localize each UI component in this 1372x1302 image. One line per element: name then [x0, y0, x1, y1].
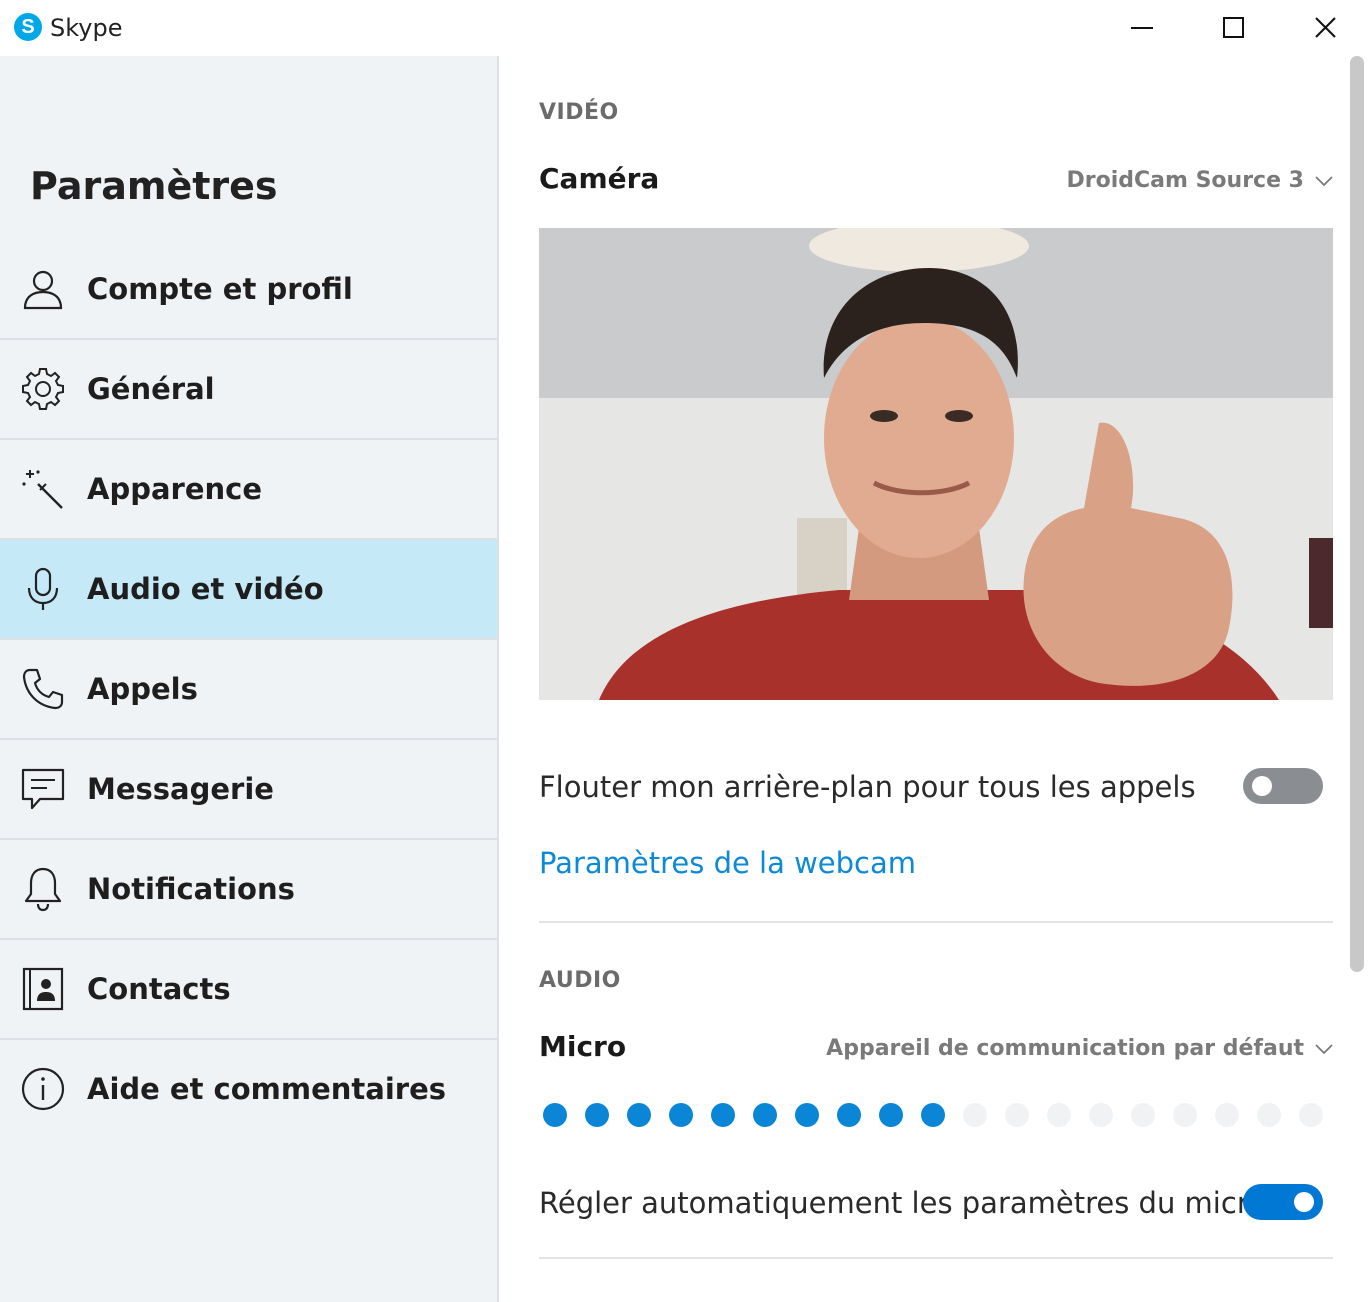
sidebar-item-label: Général [87, 372, 215, 406]
mic-level-dot [921, 1103, 945, 1127]
mic-level-dot [1299, 1103, 1323, 1127]
sidebar-item-label: Compte et profil [87, 272, 353, 306]
message-icon [20, 766, 66, 812]
sidebar-item-calls[interactable]: Appels [0, 640, 497, 740]
blur-background-label: Flouter mon arrière-plan pour tous les a… [539, 770, 1196, 804]
sidebar-item-account[interactable]: Compte et profil [0, 240, 497, 340]
settings-content: VIDÉO Caméra DroidCam Source 3 Flouter m… [499, 56, 1372, 1302]
camera-label: Caméra [539, 162, 660, 195]
gear-icon [20, 366, 66, 412]
sidebar-item-label: Contacts [87, 972, 231, 1006]
sidebar-item-general[interactable]: Général [0, 340, 497, 440]
mic-level-dot [1005, 1103, 1029, 1127]
magic-wand-icon [20, 466, 66, 512]
bell-icon [20, 866, 66, 912]
mic-level-dot [711, 1103, 735, 1127]
close-icon [1315, 17, 1336, 38]
camera-selected-value: DroidCam Source 3 [1066, 168, 1305, 193]
maximize-icon [1223, 17, 1244, 38]
mic-level-dot [627, 1103, 651, 1127]
camera-preview [539, 228, 1333, 700]
sidebar-item-label: Audio et vidéo [87, 572, 324, 606]
scrollbar[interactable] [1350, 56, 1364, 972]
microphone-icon [20, 566, 66, 612]
sidebar-item-audio-video[interactable]: Audio et vidéo [0, 540, 497, 640]
sidebar-item-notifications[interactable]: Notifications [0, 840, 497, 940]
close-button[interactable] [1302, 8, 1348, 48]
section-divider [539, 921, 1333, 923]
micro-selected-value: Appareil de communication par défaut [826, 1036, 1304, 1061]
sidebar-item-appearance[interactable]: Apparence [0, 440, 497, 540]
mic-level-dot [1047, 1103, 1071, 1127]
blur-background-toggle[interactable] [1243, 768, 1323, 804]
sidebar-item-contacts[interactable]: Contacts [0, 940, 497, 1040]
auto-adjust-mic-label: Régler automatiquement les paramètres du… [539, 1186, 1266, 1220]
toggle-knob [1294, 1192, 1314, 1212]
video-section-heading: VIDÉO [539, 100, 619, 125]
mic-level-dot [1257, 1103, 1281, 1127]
chevron-down-icon [1315, 1043, 1333, 1054]
micro-dropdown[interactable]: Appareil de communication par défaut [826, 1036, 1334, 1061]
audio-section-heading: AUDIO [539, 968, 621, 993]
mic-level-dot [585, 1103, 609, 1127]
sidebar-item-label: Aide et commentaires [87, 1072, 447, 1106]
mic-level-dot [1131, 1103, 1155, 1127]
mic-level-dot [837, 1103, 861, 1127]
mic-level-meter [543, 1103, 1323, 1127]
sidebar-item-label: Apparence [87, 472, 263, 506]
minimize-button[interactable] [1118, 8, 1164, 48]
phone-icon [20, 666, 66, 712]
mic-level-dot [795, 1103, 819, 1127]
mic-level-dot [879, 1103, 903, 1127]
mic-level-dot [543, 1103, 567, 1127]
sidebar-item-messaging[interactable]: Messagerie [0, 740, 497, 840]
mic-level-dot [963, 1103, 987, 1127]
settings-sidebar: Paramètres Compte et profil Général Appa… [0, 56, 499, 1302]
minimize-icon [1131, 27, 1153, 29]
mic-level-dot [1173, 1103, 1197, 1127]
sidebar-item-label: Appels [87, 672, 198, 706]
sidebar-item-help[interactable]: Aide et commentaires [0, 1040, 497, 1138]
mic-level-dot [753, 1103, 777, 1127]
skype-logo-icon: S [14, 13, 42, 41]
maximize-button[interactable] [1210, 8, 1256, 48]
sidebar-item-label: Notifications [87, 872, 295, 906]
section-divider [539, 1257, 1333, 1259]
contact-card-icon [20, 966, 66, 1012]
auto-adjust-mic-toggle[interactable] [1243, 1184, 1323, 1220]
settings-title: Paramètres [30, 164, 278, 208]
person-icon [20, 266, 66, 312]
mic-level-dot [1089, 1103, 1113, 1127]
camera-dropdown[interactable]: DroidCam Source 3 [1067, 168, 1335, 193]
sidebar-item-label: Messagerie [87, 772, 274, 806]
app-title: Skype [50, 14, 123, 42]
info-icon [20, 1066, 66, 1112]
toggle-knob [1252, 776, 1272, 796]
mic-level-dot [1215, 1103, 1239, 1127]
micro-label: Micro [539, 1030, 627, 1063]
mic-level-dot [669, 1103, 693, 1127]
title-bar: S Skype [0, 0, 1372, 56]
chevron-down-icon [1315, 175, 1333, 186]
webcam-settings-link[interactable]: Paramètres de la webcam [539, 846, 916, 880]
